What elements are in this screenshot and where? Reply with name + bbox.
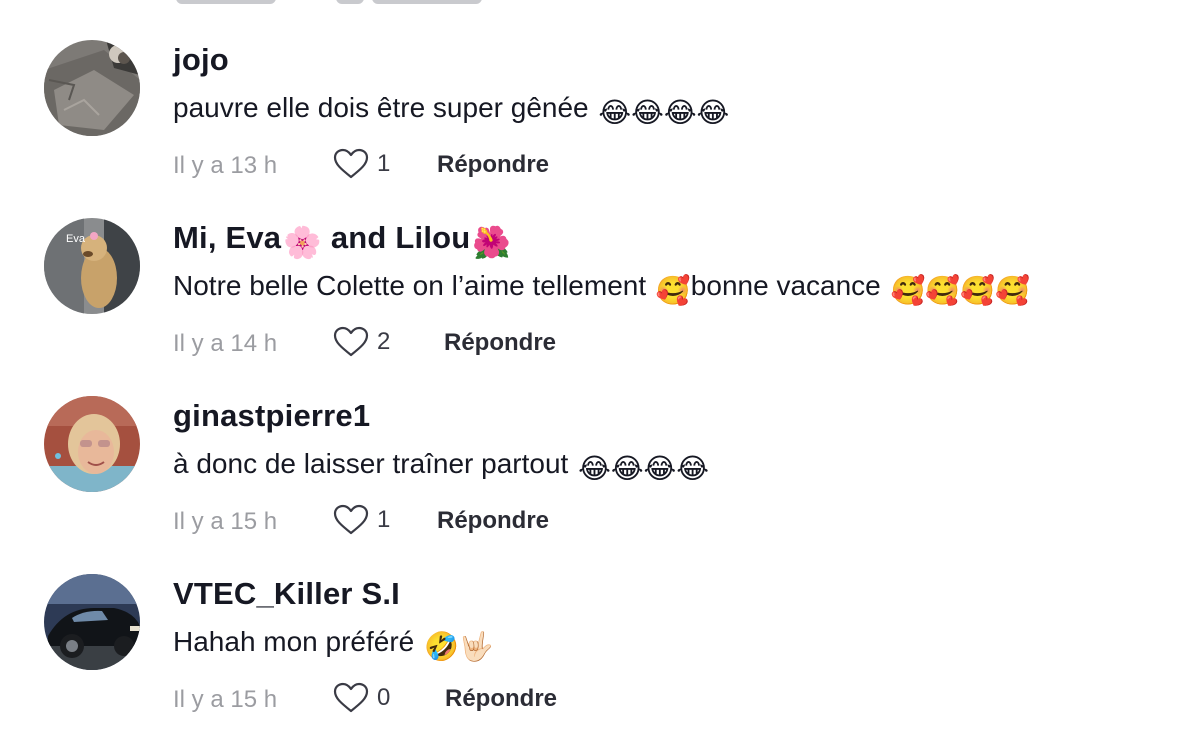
avatar[interactable] (44, 40, 140, 136)
comment-text-body: à donc de laisser traîner partout (173, 448, 569, 479)
previous-comment-remnant (0, 0, 1182, 10)
comment-text: Hahah mon préféré 🤣🤟🏻 (173, 626, 494, 663)
comment-text-body: Notre belle Colette on l’aime tellement (173, 270, 647, 301)
rolling-laughing-and-rock-hand-icon: 🤣🤟🏻 (424, 631, 494, 662)
username-part: and Lilou (322, 220, 471, 255)
avatar-image (44, 396, 140, 492)
hibiscus-icon: 🌺 (472, 225, 512, 260)
heart-outline-icon[interactable] (333, 326, 369, 358)
comment-timestamp: Il y a 13 h (173, 152, 278, 179)
reply-button[interactable]: Répondre (437, 151, 549, 179)
comment-username[interactable]: VTEC_Killer S.I (173, 576, 400, 612)
reply-button[interactable]: Répondre (437, 507, 549, 535)
comment-username[interactable]: Mi, Eva🌸 and Lilou🌺 (173, 220, 511, 261)
username-part: Mi, Eva (173, 220, 282, 255)
avatar[interactable] (44, 396, 140, 492)
like-count: 1 (377, 506, 391, 533)
comment-text-body: pauvre elle dois être super gênée (173, 92, 589, 123)
comment-item: Eva Mi, Eva🌸 and Lilou🌺 Notre belle Cole… (0, 218, 1182, 396)
avatar-image (44, 40, 140, 136)
reply-button[interactable]: Répondre (444, 329, 556, 357)
comment-timestamp: Il y a 15 h (173, 508, 278, 535)
heart-outline-icon[interactable] (333, 504, 369, 536)
comment-username[interactable]: ginastpierre1 (173, 398, 370, 434)
comment-username[interactable]: jojo (173, 42, 229, 78)
comment-timestamp: Il y a 14 h (173, 330, 278, 357)
comment-item: ginastpierre1 à donc de laisser traîner … (0, 396, 1182, 574)
comment-timestamp: Il y a 15 h (173, 686, 278, 713)
comment-item: jojo pauvre elle dois être super gênée 😂… (0, 40, 1182, 218)
emoji-laughing-tears-icon: 😂😂😂😂 (598, 97, 730, 128)
comment-text: à donc de laisser traîner partout 😂😂😂😂 (173, 448, 709, 485)
avatar-image: Eva (44, 218, 140, 314)
cherry-blossom-icon: 🌸 (283, 225, 323, 260)
comment-text-body: bonne vacance (690, 270, 881, 301)
avatar-overlay-text: Eva (66, 233, 86, 245)
smiling-face-with-hearts-icon: 🥰🥰🥰🥰 (890, 275, 1030, 306)
emoji-laughing-tears-icon: 😂😂😂😂 (578, 453, 709, 484)
heart-outline-icon[interactable] (333, 148, 369, 180)
comment-item: VTEC_Killer S.I Hahah mon préféré 🤣🤟🏻 Il… (0, 574, 1182, 752)
avatar-image (44, 574, 140, 670)
comment-text-body: Hahah mon préféré (173, 626, 415, 657)
like-count: 1 (377, 150, 391, 177)
avatar[interactable]: Eva (44, 218, 140, 314)
smiling-face-with-hearts-icon: 🥰 (655, 275, 691, 306)
heart-outline-icon[interactable] (333, 682, 369, 714)
reply-button[interactable]: Répondre (445, 685, 557, 713)
like-count: 2 (377, 328, 391, 355)
like-count: 0 (377, 684, 391, 711)
avatar[interactable] (44, 574, 140, 670)
comment-text: pauvre elle dois être super gênée 😂😂😂😂 (173, 92, 729, 129)
comment-text: Notre belle Colette on l’aime tellement … (173, 270, 1030, 307)
